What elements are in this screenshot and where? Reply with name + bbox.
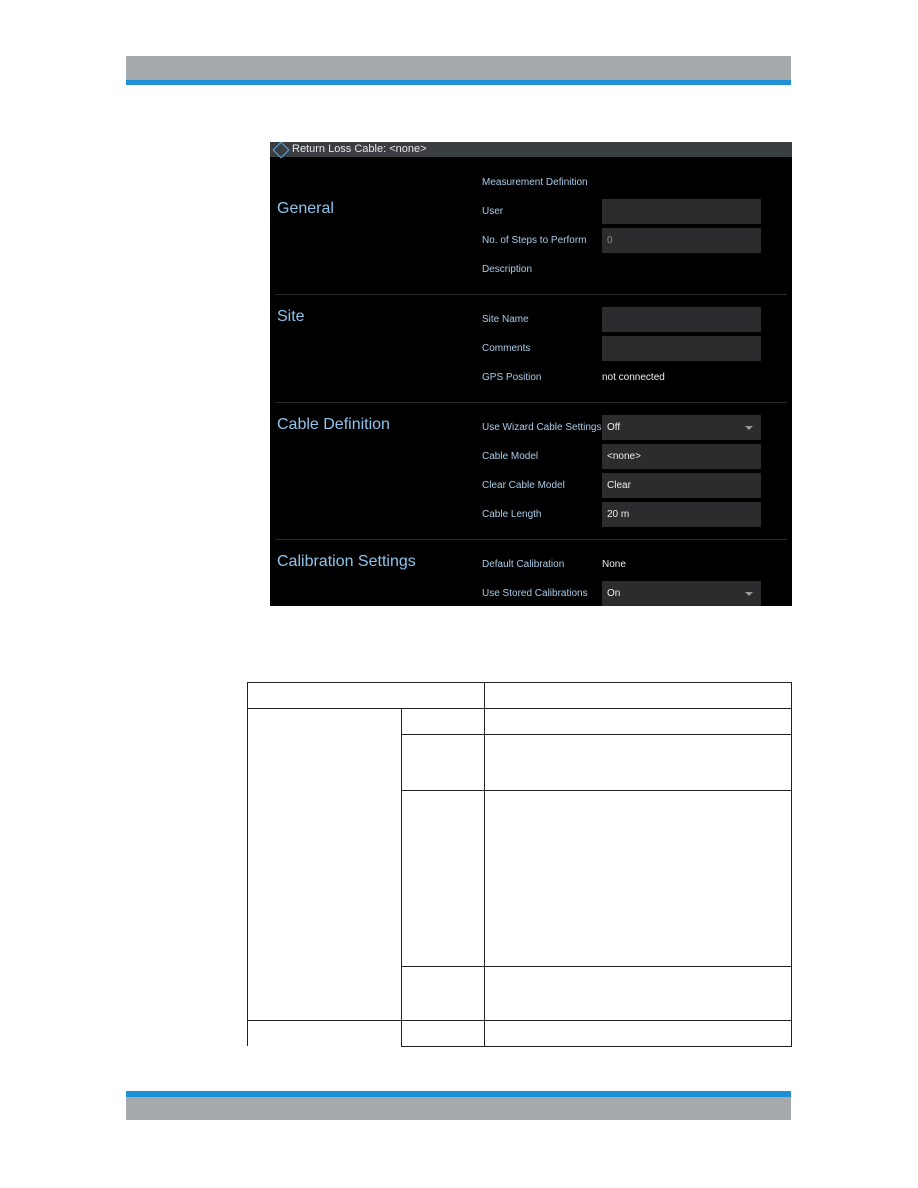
manual-page: Return Loss Cable: <none> General Measur…: [0, 0, 918, 1188]
footer-band-gray: [126, 1097, 791, 1120]
empty-table: [0, 0, 918, 1188]
